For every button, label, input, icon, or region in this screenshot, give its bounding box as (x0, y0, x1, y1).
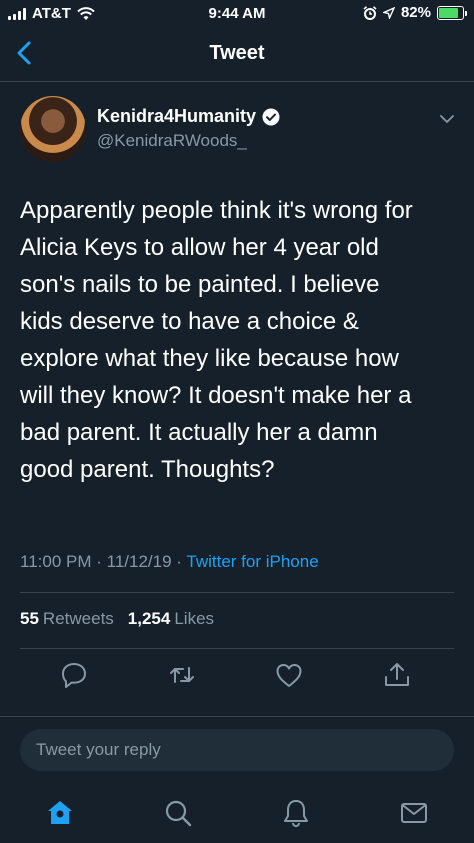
alarm-icon (363, 5, 377, 20)
avatar[interactable] (20, 96, 86, 162)
battery-percent: 82% (400, 4, 431, 21)
share-icon[interactable] (382, 660, 412, 690)
tweet-date: 11/12/19 (106, 552, 172, 571)
meta-separator: · (176, 552, 187, 571)
tweet-text: Apparently people think it's wrong for A… (20, 197, 413, 483)
author-name-row[interactable]: Kenidra4Humanity (97, 106, 280, 127)
tweet-source-link[interactable]: Twitter for iPhone (186, 552, 318, 571)
search-icon[interactable] (162, 797, 194, 829)
likes-stat[interactable]: 1,254 Likes (128, 609, 214, 629)
status-bar: AT&T 9:44 AM 82% (0, 0, 474, 26)
tweet-meta: 11:00 PM · 11/12/19 · Twitter for iPhone (20, 552, 319, 572)
user-handle[interactable]: @KenidraRWoods_ (97, 131, 247, 151)
bell-icon[interactable] (280, 797, 312, 829)
reply-input[interactable]: Tweet your reply (20, 729, 454, 771)
tweet-time: 11:00 PM (20, 552, 92, 571)
meta-separator: · (96, 552, 107, 571)
retweets-stat[interactable]: 55 Retweets (20, 609, 114, 629)
retweets-label: Retweets (42, 609, 114, 628)
divider (0, 716, 474, 717)
battery-level (439, 7, 458, 18)
page-title: Tweet (209, 42, 265, 64)
status-right: 82% (363, 4, 467, 21)
home-icon[interactable] (44, 797, 76, 829)
mail-icon[interactable] (398, 797, 430, 829)
battery-icon (437, 5, 467, 20)
verified-badge-icon (262, 108, 280, 125)
divider (20, 648, 454, 649)
tweet-actions (0, 660, 474, 694)
location-icon (382, 6, 395, 19)
likes-count: 1,254 (127, 609, 171, 628)
tweet-stats: 55 Retweets 1,254 Likes (20, 609, 214, 629)
likes-label: Likes (174, 609, 215, 628)
display-name[interactable]: Kenidra4Humanity (97, 106, 256, 127)
chevron-down-icon[interactable] (438, 110, 456, 128)
retweet-icon[interactable] (167, 660, 197, 690)
nav-bar: Tweet (0, 26, 474, 82)
tab-bar (0, 785, 474, 843)
comment-icon[interactable] (59, 660, 89, 690)
retweets-count: 55 (20, 609, 39, 628)
heart-icon[interactable] (274, 660, 304, 690)
divider (20, 592, 454, 593)
